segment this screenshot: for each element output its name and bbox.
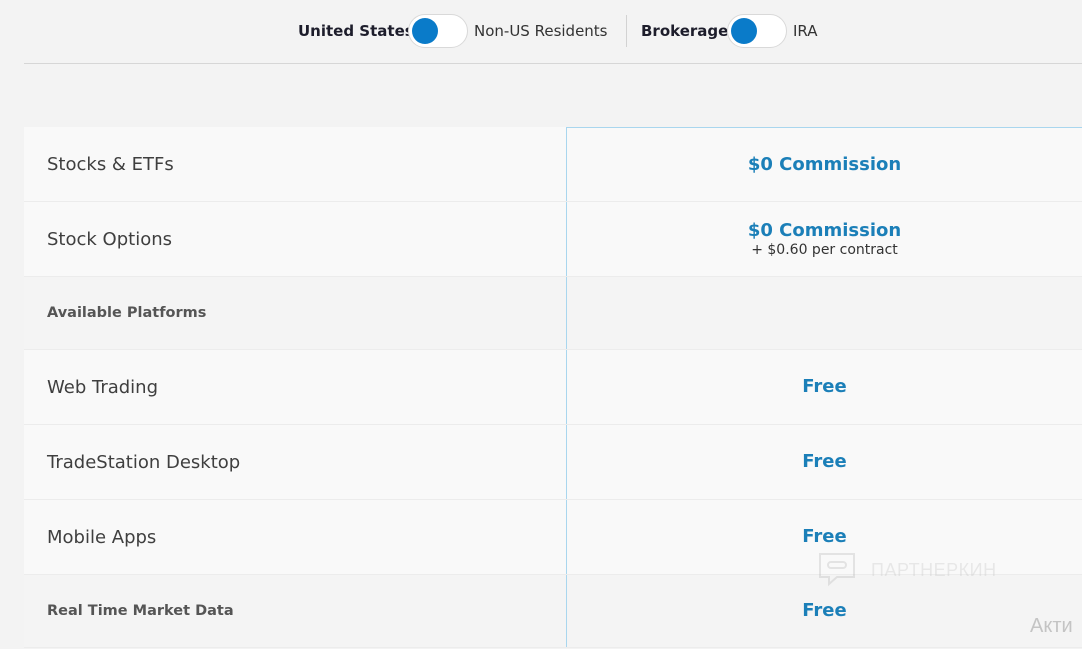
- non-us-residents-label[interactable]: Non-US Residents: [474, 22, 608, 40]
- watermark: ПАРТНЕРКИН: [817, 551, 1037, 591]
- row-value-cell: $0 Commission + $0.60 per contract: [566, 202, 1082, 276]
- row-label: TradeStation Desktop: [47, 451, 241, 473]
- region-toggle-switch[interactable]: [408, 14, 468, 48]
- united-states-label[interactable]: United States: [298, 22, 414, 40]
- row-value: Free: [802, 600, 847, 621]
- row-value-cell: Free: [566, 350, 1082, 424]
- watermark-text: ПАРТНЕРКИН: [871, 560, 997, 580]
- row-value: Free: [802, 451, 847, 472]
- row-label: Stocks & ETFs: [47, 153, 174, 175]
- row-subvalue: + $0.60 per contract: [751, 241, 898, 258]
- brokerage-label[interactable]: Brokerage: [641, 22, 728, 40]
- section-header-available-platforms: Available Platforms: [24, 277, 1082, 350]
- row-value-cell: $0 Commission: [566, 127, 1082, 201]
- toggle-knob: [412, 18, 438, 44]
- table-row-stocks-etfs: Stocks & ETFs $0 Commission: [24, 127, 1082, 202]
- row-value: Free: [802, 376, 847, 397]
- row-value: $0 Commission: [747, 219, 902, 241]
- row-value-cell: [566, 277, 1082, 349]
- table-row-web-trading: Web Trading Free: [24, 350, 1082, 425]
- row-label: Web Trading: [47, 376, 159, 398]
- row-label: Stock Options: [47, 228, 172, 250]
- watermark-logo-icon: [819, 553, 855, 587]
- toggle-knob: [731, 18, 757, 44]
- account-type-toggle-switch[interactable]: [727, 14, 787, 48]
- row-value: $0 Commission: [747, 153, 902, 175]
- system-activation-notice: Акти: [1030, 615, 1073, 637]
- row-value: Free: [802, 526, 847, 547]
- toggle-divider: [626, 15, 627, 47]
- row-label: Mobile Apps: [47, 526, 157, 548]
- table-row-stock-options: Stock Options $0 Commission + $0.60 per …: [24, 202, 1082, 277]
- section-label: Available Platforms: [47, 305, 207, 321]
- account-type-toggle-bar: United States Non-US Residents Brokerage…: [24, 0, 1082, 64]
- table-row-tradestation-desktop: TradeStation Desktop Free: [24, 425, 1082, 500]
- section-label: Real Time Market Data: [47, 603, 234, 619]
- row-value-cell: Free: [566, 425, 1082, 499]
- ira-label[interactable]: IRA: [793, 22, 818, 40]
